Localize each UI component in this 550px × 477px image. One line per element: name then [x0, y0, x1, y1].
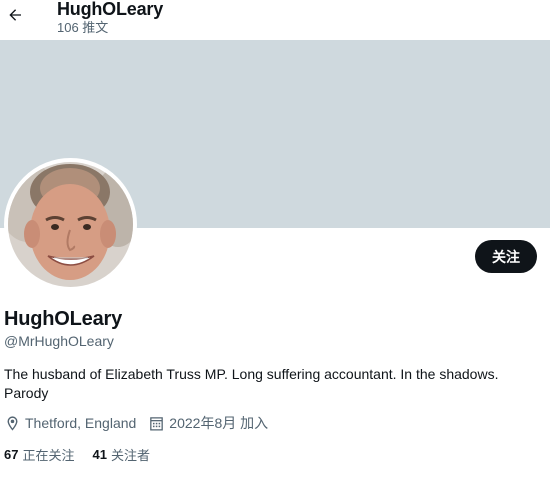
joined-item: 2022年8月 加入: [148, 413, 268, 433]
avatar-photo: [8, 162, 133, 287]
follow-button[interactable]: 关注: [475, 240, 537, 273]
location-text: Thetford, England: [25, 415, 137, 431]
avatar[interactable]: [4, 158, 137, 291]
header-profile-name: HughOLeary: [57, 0, 164, 19]
following-label: 正在关注: [22, 447, 75, 463]
follow-stats: 67 正在关注 41 关注者: [4, 445, 168, 463]
followers-label: 关注者: [110, 447, 150, 463]
header-tweet-count: 106 推文: [57, 20, 109, 35]
profile-header-bar: HughOLeary 106 推文: [0, 0, 550, 40]
profile-display-name: HughOLeary: [4, 308, 123, 330]
profile-meta: Thetford, England 2022年8月 加入: [4, 413, 280, 433]
location-item: Thetford, England: [4, 415, 136, 432]
arrow-left-icon: [9, 9, 21, 21]
back-button[interactable]: [2, 2, 28, 28]
location-pin-icon: [7, 415, 18, 431]
profile-bio: The husband of Elizabeth Truss MP. Long …: [4, 366, 499, 401]
calendar-icon: [150, 416, 164, 431]
joined-date: 2022年8月 加入: [169, 415, 269, 431]
followers-link[interactable]: 41 关注者: [92, 445, 149, 464]
following-link[interactable]: 67 正在关注: [4, 445, 74, 464]
profile-handle: @MrHughOLeary: [4, 333, 114, 349]
following-count: 67: [4, 446, 19, 462]
followers-count: 41: [92, 446, 107, 462]
